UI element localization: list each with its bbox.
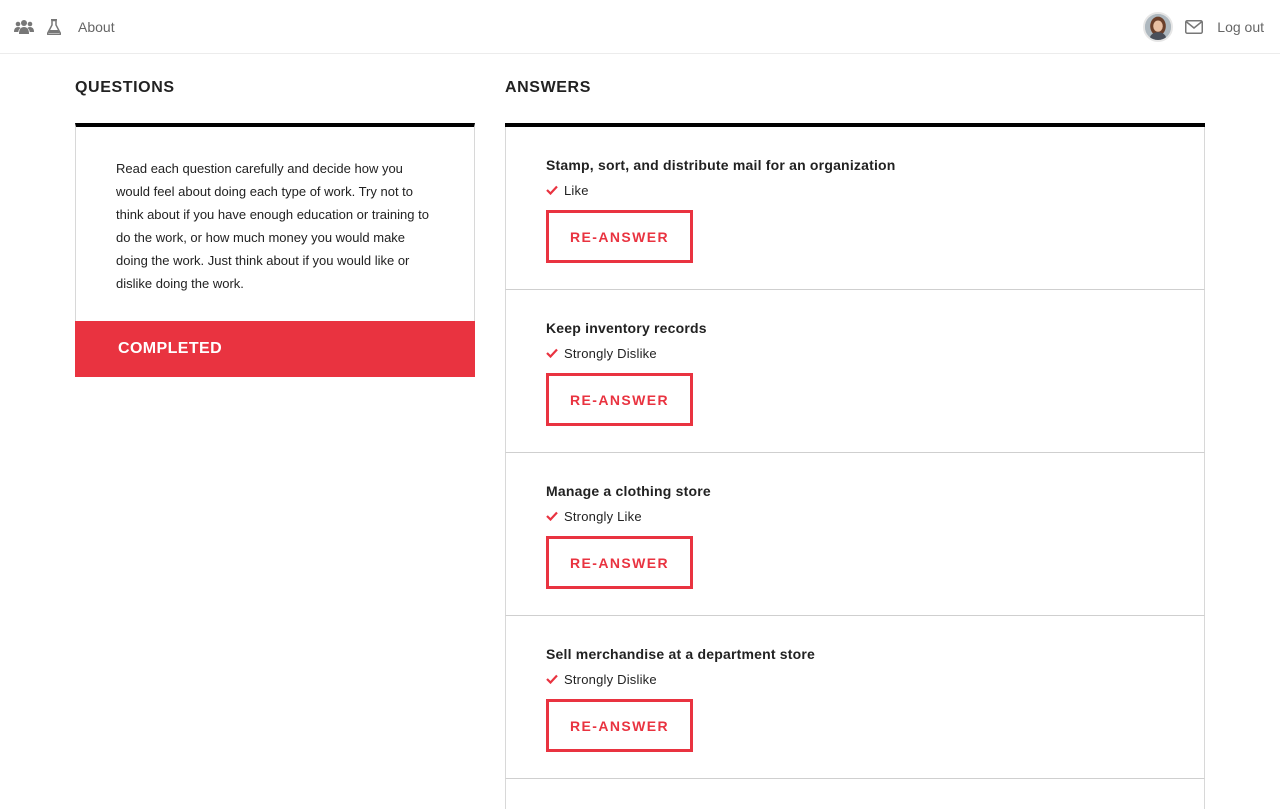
re-answer-button[interactable]: RE-ANSWER bbox=[546, 699, 693, 752]
answer-item-partial bbox=[505, 779, 1205, 809]
answer-question: Sell merchandise at a department store bbox=[546, 646, 816, 662]
response-text: Strongly Like bbox=[564, 508, 642, 524]
answer-response: Strongly Like bbox=[546, 507, 1164, 525]
answer-response: Like bbox=[546, 181, 1164, 199]
answers-panel: Stamp, sort, and distribute mail for an … bbox=[505, 123, 1205, 809]
check-icon bbox=[546, 348, 558, 358]
response-text: Like bbox=[564, 182, 589, 198]
answers-heading: ANSWERS bbox=[505, 79, 591, 96]
re-answer-button[interactable]: RE-ANSWER bbox=[546, 373, 693, 426]
avatar[interactable] bbox=[1143, 12, 1174, 42]
logout-link[interactable]: Log out bbox=[1217, 19, 1264, 35]
completed-status-bar: COMPLETED bbox=[75, 321, 475, 377]
answer-question: Stamp, sort, and distribute mail for an … bbox=[546, 157, 896, 173]
about-link[interactable]: About bbox=[78, 19, 115, 35]
flask-icon[interactable] bbox=[46, 17, 62, 37]
answer-response: Strongly Dislike bbox=[546, 344, 1164, 362]
re-answer-button[interactable]: RE-ANSWER bbox=[546, 210, 693, 263]
group-icon[interactable] bbox=[14, 17, 34, 37]
answer-question: Manage a clothing store bbox=[546, 483, 711, 499]
nav-left: About bbox=[14, 0, 115, 54]
answer-item: Keep inventory records Strongly Dislike … bbox=[505, 290, 1205, 453]
re-answer-button[interactable]: RE-ANSWER bbox=[546, 536, 693, 589]
check-icon bbox=[546, 185, 558, 195]
top-navigation: About Log out bbox=[0, 0, 1280, 54]
check-icon bbox=[546, 674, 558, 684]
instructions-text: Read each question carefully and decide … bbox=[116, 161, 429, 291]
response-text: Strongly Dislike bbox=[564, 671, 657, 687]
answer-response: Strongly Dislike bbox=[546, 670, 1164, 688]
answer-item: Manage a clothing store Strongly Like RE… bbox=[505, 453, 1205, 616]
questions-panel: Read each question carefully and decide … bbox=[75, 123, 475, 377]
response-text: Strongly Dislike bbox=[564, 345, 657, 361]
nav-right: Log out bbox=[1143, 0, 1264, 54]
questions-heading: QUESTIONS bbox=[75, 79, 175, 96]
mail-icon[interactable] bbox=[1185, 20, 1204, 34]
answer-item: Sell merchandise at a department store S… bbox=[505, 616, 1205, 779]
check-icon bbox=[546, 511, 558, 521]
answer-item: Stamp, sort, and distribute mail for an … bbox=[505, 127, 1205, 290]
answer-question: Keep inventory records bbox=[546, 320, 707, 336]
